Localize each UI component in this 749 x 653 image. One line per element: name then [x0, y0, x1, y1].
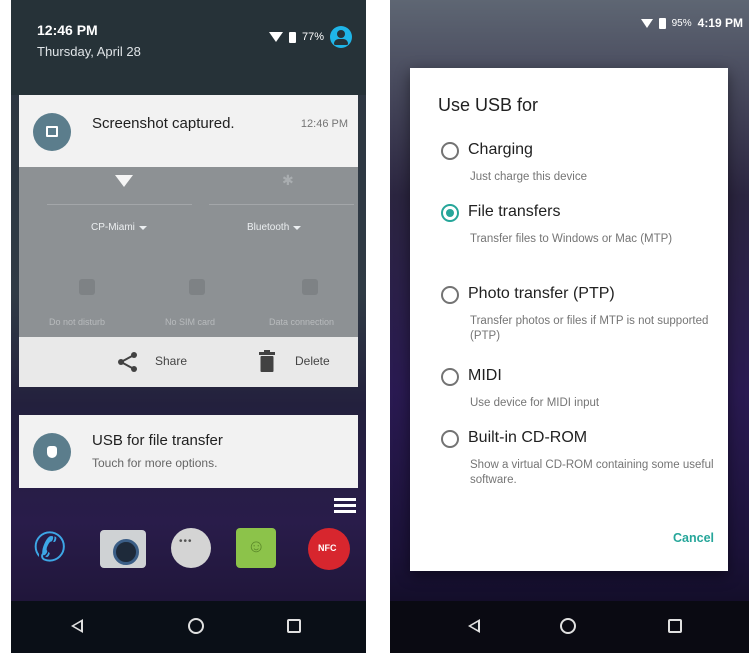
option-label: Charging: [468, 141, 533, 158]
share-icon[interactable]: [117, 351, 139, 373]
sim-card-icon[interactable]: [189, 279, 205, 295]
option-description: Show a virtual CD-ROM containing some us…: [470, 459, 714, 486]
option-description: Just charge this device: [470, 171, 587, 183]
navigation-bar: [11, 601, 366, 653]
chevron-down-icon: [293, 225, 302, 230]
option-label: Photo transfer (PTP): [468, 285, 615, 302]
battery-icon: [658, 17, 666, 29]
do-not-disturb-icon[interactable]: [79, 279, 95, 295]
phone-app-icon[interactable]: ✆: [33, 525, 79, 571]
nfc-app-icon[interactable]: [308, 528, 350, 570]
status-bar: 95% 4:19 PM: [640, 16, 743, 30]
option-description: Use device for MIDI input: [470, 397, 600, 409]
notification-time: 12:46 PM: [300, 118, 348, 130]
quick-settings-panel: ✱ CP-Miami Bluetooth Do not disturb No S…: [19, 167, 358, 337]
screenshot-notification[interactable]: Screenshot captured. 12:46 PM: [19, 95, 358, 167]
back-icon[interactable]: [468, 619, 480, 633]
battery-percent: 95%: [671, 17, 692, 29]
wifi-icon: [640, 18, 653, 28]
trash-icon[interactable]: [259, 350, 275, 372]
camera-app-icon[interactable]: [100, 530, 146, 568]
clock: 12:46 PM: [37, 22, 98, 38]
battery-icon: [288, 31, 296, 43]
recents-icon[interactable]: [668, 619, 682, 633]
usb-icon: [33, 433, 71, 471]
notification-actions: Share Delete: [19, 337, 358, 387]
app-drawer-icon[interactable]: [171, 528, 211, 568]
bluetooth-tile-icon[interactable]: ✱: [282, 172, 294, 189]
notification-title: USB for file transfer: [92, 432, 223, 449]
menu-icon[interactable]: [334, 498, 356, 516]
delete-button[interactable]: Delete: [295, 354, 330, 368]
option-label: MIDI: [468, 367, 502, 384]
user-avatar-icon[interactable]: [330, 26, 352, 48]
option-label: File transfers: [468, 203, 561, 220]
dialog-title: Use USB for: [438, 95, 539, 115]
radio-button[interactable]: [441, 368, 459, 386]
share-button[interactable]: Share: [155, 354, 187, 368]
left-phone-screen: 12:46 PM Thursday, April 28 77% Screensh…: [11, 0, 366, 653]
radio-button-selected[interactable]: [441, 204, 459, 222]
wifi-tile-label[interactable]: CP-Miami: [91, 222, 147, 233]
usb-notification[interactable]: USB for file transfer Touch for more opt…: [19, 415, 358, 488]
bluetooth-tile-label[interactable]: Bluetooth: [247, 222, 302, 233]
radio-button[interactable]: [441, 286, 459, 304]
data-tile-label: Data connection: [269, 317, 335, 327]
wifi-network-name: CP-Miami: [91, 222, 135, 233]
chevron-down-icon: [138, 225, 147, 230]
home-icon[interactable]: [560, 618, 576, 634]
option-description: Transfer files to Windows or Mac (MTP): [470, 233, 673, 245]
notification-title: Screenshot captured.: [92, 115, 235, 132]
messaging-app-icon[interactable]: [236, 528, 276, 568]
back-icon[interactable]: [71, 619, 83, 633]
option-description: Transfer photos or files if MTP is not s…: [470, 315, 709, 342]
recents-icon[interactable]: [287, 619, 301, 633]
divider: [47, 204, 192, 205]
radio-button[interactable]: [441, 142, 459, 160]
notification-shade-header: 12:46 PM Thursday, April 28 77%: [11, 0, 366, 95]
dnd-tile-label: Do not disturb: [49, 317, 106, 327]
wifi-tile-icon[interactable]: [115, 175, 133, 187]
navigation-bar: [390, 601, 749, 653]
status-icons: 77%: [268, 26, 352, 48]
right-phone-screen: 95% 4:19 PM Use USB for Charging Just ch…: [390, 0, 749, 653]
sim-tile-label: No SIM card: [165, 317, 216, 327]
radio-button[interactable]: [441, 430, 459, 448]
option-label: Built-in CD-ROM: [468, 429, 588, 446]
app-dock: ✆: [11, 520, 366, 590]
bluetooth-name: Bluetooth: [247, 222, 290, 233]
battery-percent: 77%: [301, 31, 324, 43]
clock: 4:19 PM: [697, 16, 743, 30]
data-connection-icon[interactable]: [302, 279, 318, 295]
usb-mode-dialog: Use USB for Charging Just charge this de…: [410, 68, 728, 571]
home-icon[interactable]: [188, 618, 204, 634]
image-icon: [33, 113, 71, 151]
wifi-icon: [268, 32, 283, 42]
cancel-button[interactable]: Cancel: [673, 531, 714, 545]
divider: [209, 204, 354, 205]
date: Thursday, April 28: [37, 44, 141, 59]
notification-subtitle: Touch for more options.: [92, 456, 218, 470]
